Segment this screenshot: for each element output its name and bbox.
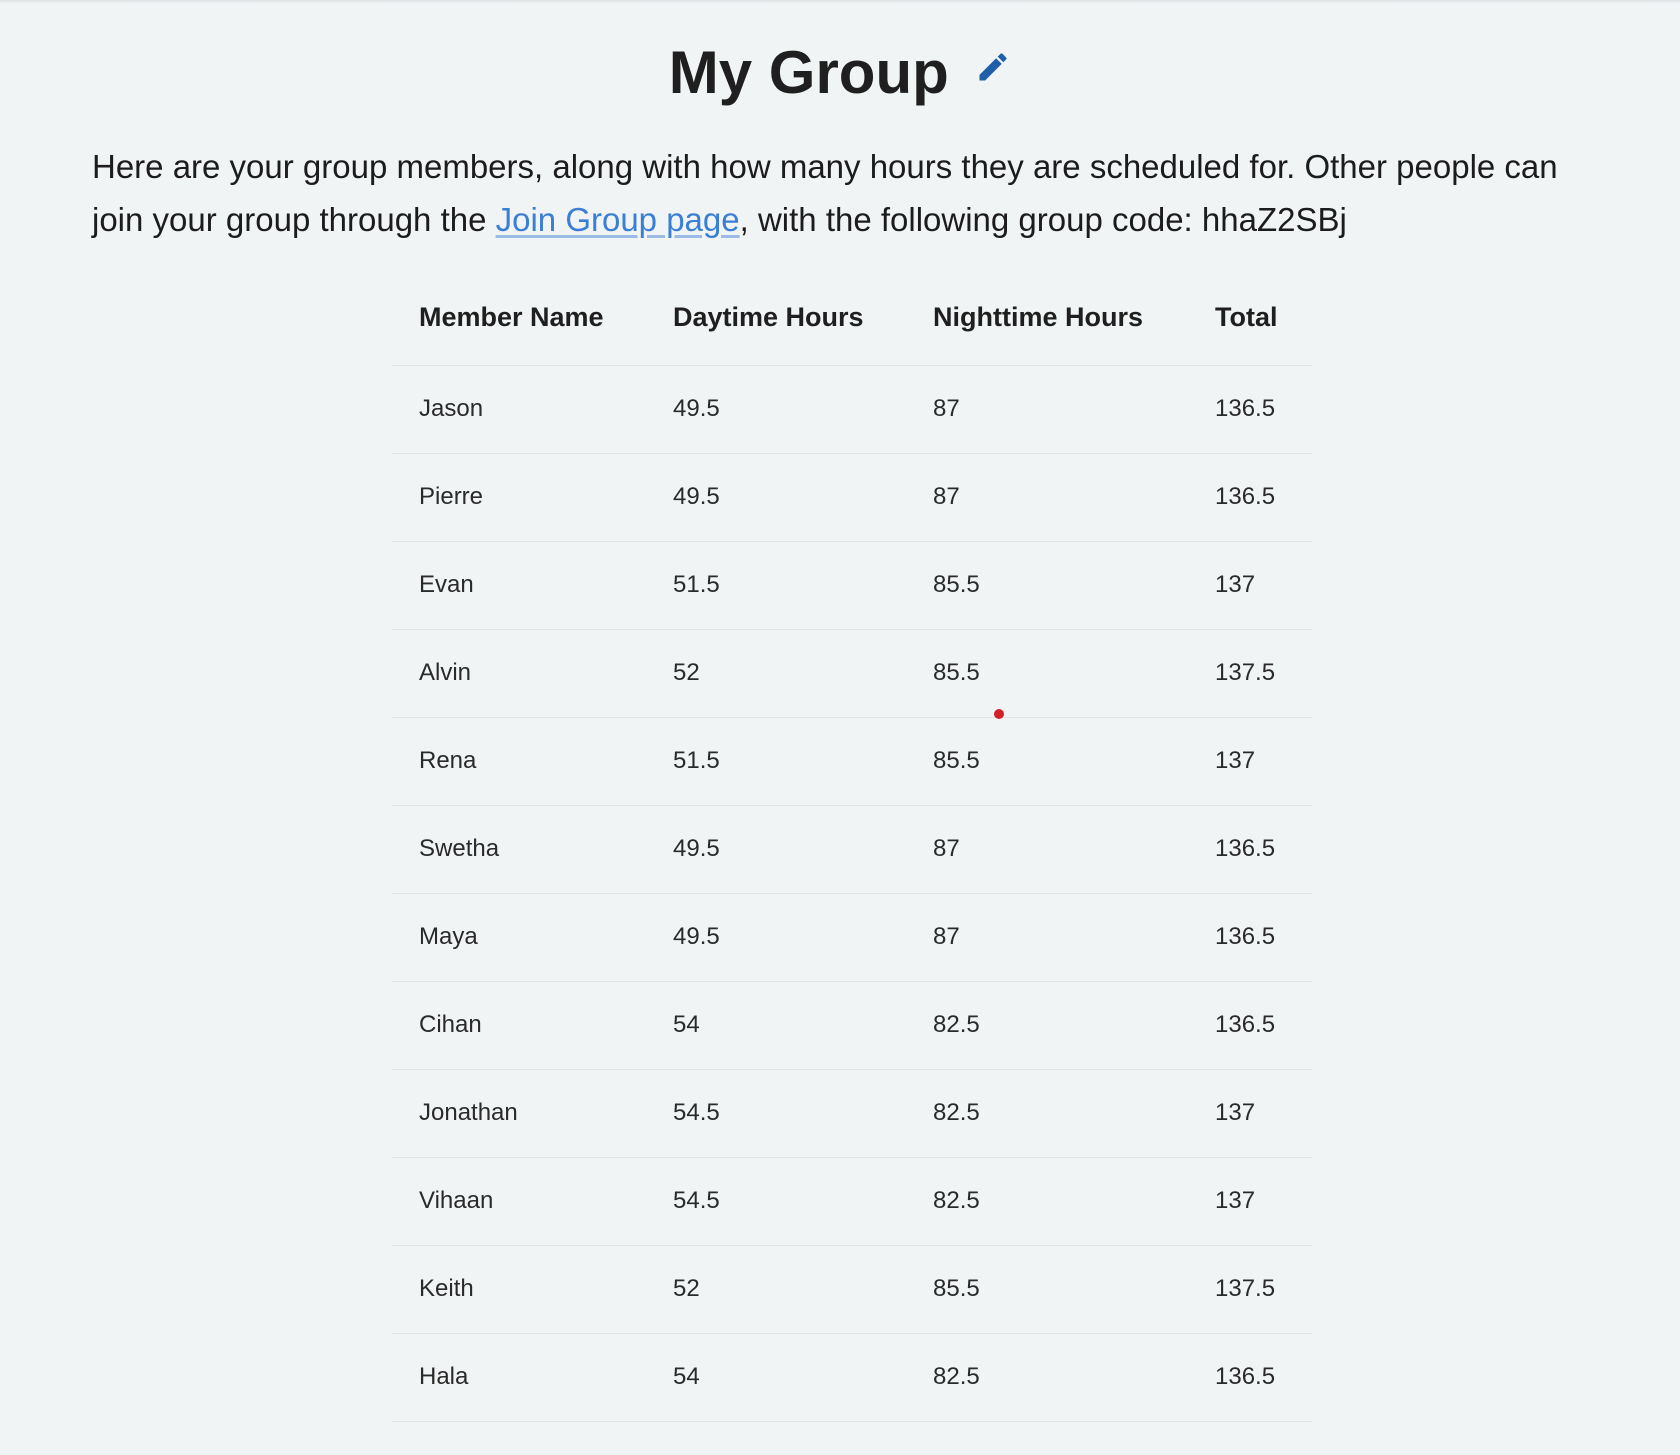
member-name-cell: Jonathan	[392, 1069, 646, 1158]
mouse-cursor-marker	[994, 709, 1004, 719]
table-row: Vihaan 54.5 82.5 137	[392, 1157, 1312, 1246]
table-row: Rena 51.5 85.5 137	[392, 717, 1312, 806]
table-row: Jason 49.5 87 136.5	[392, 365, 1312, 454]
total-hours-cell: 136.5	[1188, 893, 1312, 982]
daytime-hours-cell: 54	[646, 981, 906, 1070]
table-row: Keith 52 85.5 137.5	[392, 1245, 1312, 1334]
column-header-member-name: Member Name	[392, 276, 646, 366]
member-name-cell: Jason	[392, 365, 646, 454]
total-hours-cell: 137	[1188, 541, 1312, 630]
member-name-cell: Pierre	[392, 453, 646, 542]
daytime-hours-cell: 52	[646, 629, 906, 718]
table-row: Evan 51.5 85.5 137	[392, 541, 1312, 630]
member-name-cell: Vihaan	[392, 1157, 646, 1246]
pencil-icon	[979, 52, 1007, 80]
total-hours-cell: 136.5	[1188, 1333, 1312, 1422]
member-name-cell: Rena	[392, 717, 646, 806]
member-name-cell: Cihan	[392, 981, 646, 1070]
page-title: My Group	[668, 39, 949, 106]
table-row: Alvin 52 85.5 137.5	[392, 629, 1312, 718]
page-header: My Group	[0, 38, 1680, 118]
daytime-hours-cell: 52	[646, 1245, 906, 1334]
group-description: Here are your group members, along with …	[92, 140, 1612, 246]
column-header-nighttime-hours: Nighttime Hours	[906, 276, 1188, 366]
nighttime-hours-cell: 87	[906, 805, 1188, 894]
members-table: Member Name Daytime Hours Nighttime Hour…	[392, 276, 1312, 1422]
join-group-link[interactable]: Join Group page	[496, 201, 740, 238]
daytime-hours-cell: 49.5	[646, 805, 906, 894]
column-header-daytime-hours: Daytime Hours	[646, 276, 906, 366]
nighttime-hours-cell: 85.5	[906, 717, 1188, 806]
total-hours-cell: 137	[1188, 717, 1312, 806]
table-row: Maya 49.5 87 136.5	[392, 893, 1312, 982]
table-row: Swetha 49.5 87 136.5	[392, 805, 1312, 894]
nighttime-hours-cell: 85.5	[906, 541, 1188, 630]
total-hours-cell: 137	[1188, 1157, 1312, 1246]
intro-text-after: , with the following group code:	[739, 201, 1202, 238]
total-hours-cell: 136.5	[1188, 365, 1312, 454]
table-row: Pierre 49.5 87 136.5	[392, 453, 1312, 542]
daytime-hours-cell: 51.5	[646, 541, 906, 630]
daytime-hours-cell: 51.5	[646, 717, 906, 806]
nighttime-hours-cell: 85.5	[906, 1245, 1188, 1334]
daytime-hours-cell: 54	[646, 1333, 906, 1422]
table-header-row: Member Name Daytime Hours Nighttime Hour…	[392, 276, 1312, 366]
member-name-cell: Alvin	[392, 629, 646, 718]
nighttime-hours-cell: 82.5	[906, 1333, 1188, 1422]
edit-group-name-button[interactable]	[975, 49, 1011, 85]
daytime-hours-cell: 49.5	[646, 365, 906, 454]
total-hours-cell: 136.5	[1188, 453, 1312, 542]
nighttime-hours-cell: 82.5	[906, 981, 1188, 1070]
nighttime-hours-cell: 87	[906, 893, 1188, 982]
nighttime-hours-cell: 87	[906, 453, 1188, 542]
daytime-hours-cell: 49.5	[646, 453, 906, 542]
total-hours-cell: 137	[1188, 1069, 1312, 1158]
member-name-cell: Keith	[392, 1245, 646, 1334]
total-hours-cell: 136.5	[1188, 805, 1312, 894]
member-name-cell: Evan	[392, 541, 646, 630]
member-name-cell: Swetha	[392, 805, 646, 894]
nighttime-hours-cell: 87	[906, 365, 1188, 454]
table-row: Hala 54 82.5 136.5	[392, 1333, 1312, 1422]
daytime-hours-cell: 54.5	[646, 1157, 906, 1246]
total-hours-cell: 137.5	[1188, 1245, 1312, 1334]
top-edge-shadow	[0, 0, 1680, 4]
daytime-hours-cell: 54.5	[646, 1069, 906, 1158]
total-hours-cell: 137.5	[1188, 629, 1312, 718]
table-row: Cihan 54 82.5 136.5	[392, 981, 1312, 1070]
nighttime-hours-cell: 85.5	[906, 629, 1188, 718]
total-hours-cell: 136.5	[1188, 981, 1312, 1070]
nighttime-hours-cell: 82.5	[906, 1069, 1188, 1158]
nighttime-hours-cell: 82.5	[906, 1157, 1188, 1246]
column-header-total: Total	[1188, 276, 1312, 366]
daytime-hours-cell: 49.5	[646, 893, 906, 982]
member-name-cell: Hala	[392, 1333, 646, 1422]
group-code: hhaZ2SBj	[1201, 201, 1347, 238]
table-row: Jonathan 54.5 82.5 137	[392, 1069, 1312, 1158]
member-name-cell: Maya	[392, 893, 646, 982]
